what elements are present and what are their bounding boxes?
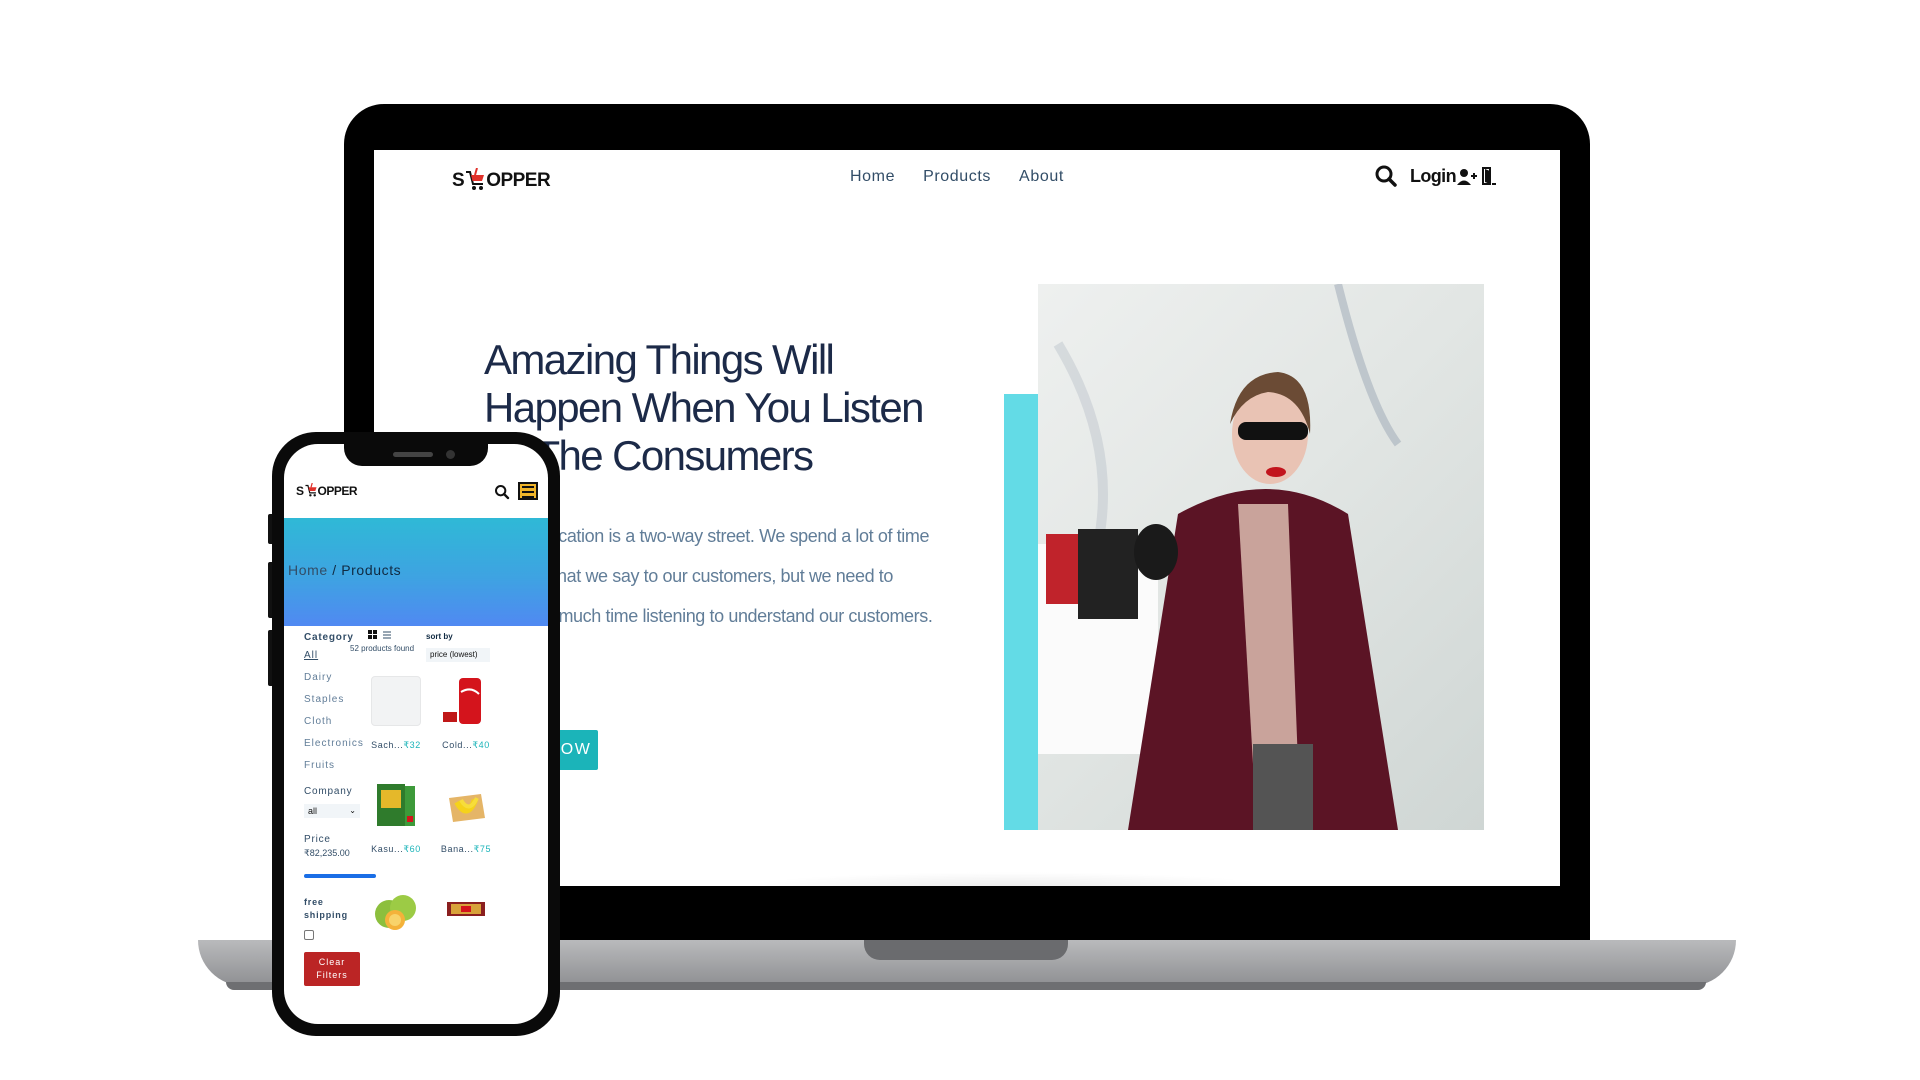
- phone-site-logo[interactable]: S OPPER: [296, 480, 358, 502]
- free-shipping-checkbox[interactable]: [304, 930, 314, 940]
- category-fruits[interactable]: Fruits: [304, 760, 335, 771]
- phone-speaker: [393, 452, 433, 457]
- snack-pack-image: [441, 884, 491, 934]
- nav-links: Home Products About: [850, 168, 1064, 186]
- company-heading: Company: [304, 786, 353, 797]
- logout-icon[interactable]: [1480, 166, 1498, 186]
- sort-select[interactable]: price (lowest): [426, 648, 490, 662]
- page-hero-banner: Home / Products: [284, 518, 548, 626]
- list-view-icon[interactable]: [382, 630, 392, 640]
- clear-filters-button[interactable]: Clear Filters: [304, 952, 360, 986]
- product-image-placeholder: [371, 676, 421, 726]
- phone-screen: S OPPER Home / Products Category All Dai…: [284, 444, 548, 1024]
- kasuri-methi-pack-image: [371, 780, 421, 830]
- category-heading: Category: [304, 632, 354, 643]
- category-staples[interactable]: Staples: [304, 694, 344, 705]
- price-range-slider[interactable]: [304, 874, 376, 878]
- product-card[interactable]: [366, 884, 426, 934]
- breadcrumb-home[interactable]: Home: [288, 562, 328, 578]
- product-card[interactable]: Cold...₹40: [436, 676, 496, 751]
- breadcrumb-current: Products: [341, 562, 402, 578]
- product-card[interactable]: [436, 884, 496, 934]
- chevron-down-icon: ⌄: [349, 806, 356, 815]
- category-dairy[interactable]: Dairy: [304, 672, 332, 683]
- laptop-hinge-notch: [864, 940, 1068, 960]
- nav-link-home[interactable]: Home: [850, 168, 895, 186]
- free-shipping-label: free shipping: [304, 897, 348, 920]
- search-icon[interactable]: [1374, 164, 1398, 188]
- category-cloth[interactable]: Cloth: [304, 716, 332, 727]
- sort-label: sort by: [426, 632, 453, 641]
- cart-logo-icon: [304, 483, 317, 497]
- screen-reflection: [740, 872, 1280, 902]
- nav-link-about[interactable]: About: [1019, 168, 1064, 186]
- products-count: 52 products found: [350, 644, 415, 653]
- product-card[interactable]: Kasu...₹60: [366, 780, 426, 855]
- sweet-lime-image: [371, 884, 421, 934]
- price-value: ₹82,235.00: [304, 848, 350, 858]
- category-all[interactable]: All: [304, 650, 318, 661]
- add-user-icon: [1456, 168, 1477, 185]
- company-select[interactable]: all ⌄: [304, 804, 360, 818]
- hero-woman-shopping-image: [1038, 284, 1484, 830]
- product-card[interactable]: Sach...₹32: [366, 676, 426, 751]
- phone-camera: [446, 450, 455, 459]
- price-heading: Price: [304, 834, 331, 845]
- breadcrumb: Home / Products: [288, 562, 402, 578]
- search-icon[interactable]: [494, 484, 510, 500]
- category-electronics[interactable]: Electronics: [304, 738, 364, 749]
- cola-can-image: [441, 676, 491, 726]
- hamburger-menu-icon[interactable]: [518, 482, 538, 500]
- grid-view-icon[interactable]: [368, 630, 378, 640]
- nav-link-products[interactable]: Products: [923, 168, 991, 186]
- product-card[interactable]: Bana...₹75: [436, 780, 496, 855]
- cart-logo-icon: [466, 168, 485, 190]
- site-logo[interactable]: S OPPER: [452, 164, 551, 198]
- banana-chips-box-image: [441, 780, 491, 830]
- login-button[interactable]: Login: [1410, 166, 1478, 187]
